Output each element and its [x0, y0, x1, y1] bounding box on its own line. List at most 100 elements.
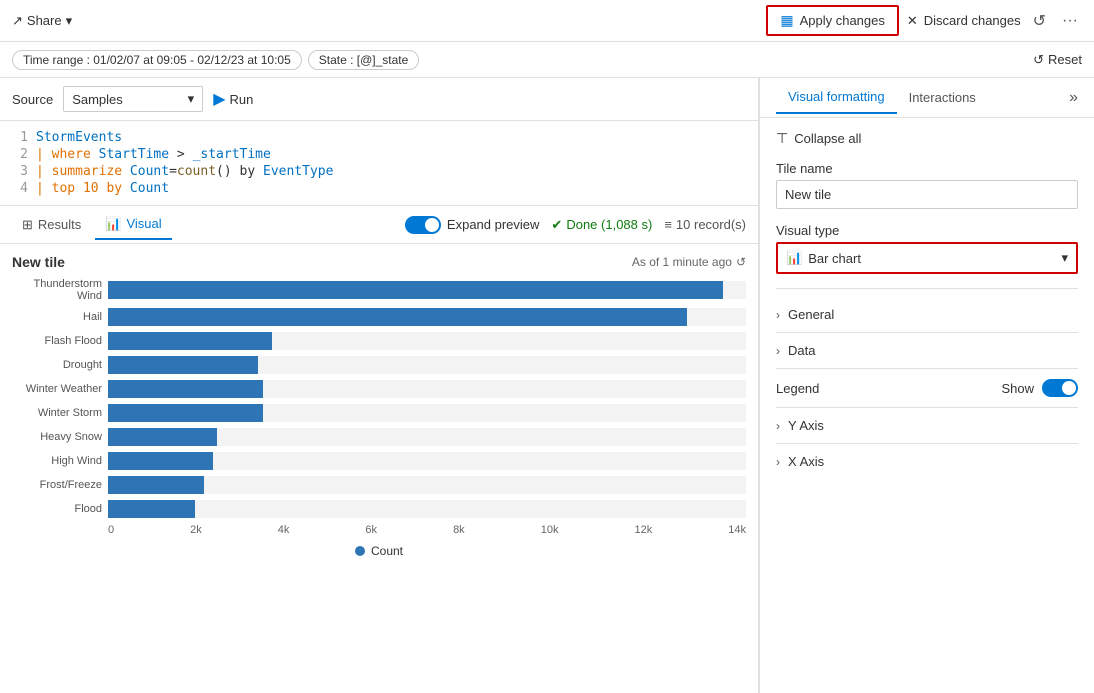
legend-row-label: Legend [776, 381, 819, 396]
refresh-chart-icon[interactable]: ↺ [736, 255, 746, 269]
x-axis-label: 8k [453, 524, 465, 536]
tab-visual-formatting[interactable]: Visual formatting [776, 81, 897, 114]
y-axis-section-label: Y Axis [788, 418, 824, 433]
bar-row: Hail [12, 308, 746, 326]
code-editor[interactable]: 1 StormEvents 2 | where StartTime > _sta… [0, 121, 758, 206]
bar-row: Flood [12, 500, 746, 518]
bar-fill [108, 332, 272, 350]
state-filter[interactable]: State : [@]_state [308, 50, 420, 70]
bar-track [108, 476, 746, 494]
records-icon: ≡ [664, 217, 672, 232]
expand-preview-toggle[interactable] [405, 216, 441, 234]
line-num-1: 1 [12, 130, 28, 145]
bar-fill [108, 380, 263, 398]
bar-rows: Thunderstorm Wind Hail Flash Flood Droug… [12, 278, 746, 518]
code-line-1: 1 StormEvents [0, 129, 758, 146]
bar-row: Drought [12, 356, 746, 374]
tab-visual[interactable]: 📊 Visual [95, 210, 171, 240]
bar-label: High Wind [12, 455, 102, 467]
expand-preview-label: Expand preview [447, 217, 540, 232]
timestamp-text: As of 1 minute ago [632, 255, 732, 269]
share-button[interactable]: ↗ Share ▾ [12, 13, 72, 29]
bar-fill [108, 281, 723, 299]
legend-dot [355, 546, 365, 556]
visual-icon: 📊 [105, 216, 121, 232]
reset-button[interactable]: ↺ Reset [1033, 52, 1082, 68]
share-icon: ↗ [12, 13, 23, 29]
chart-title: New tile [12, 254, 65, 270]
chart-legend: Count [12, 544, 746, 558]
done-label: Done (1,088 s) [566, 217, 652, 232]
x-axis-label: 0 [108, 524, 114, 536]
general-section[interactable]: › General [776, 297, 1078, 333]
code-line-2: 2 | where StartTime > _startTime [0, 146, 758, 163]
data-section[interactable]: › Data [776, 333, 1078, 369]
tab-interactions-label: Interactions [909, 90, 976, 105]
bar-label: Frost/Freeze [12, 479, 102, 491]
chart-timestamp: As of 1 minute ago ↺ [632, 255, 746, 269]
tile-name-input[interactable] [776, 180, 1078, 209]
reset-label: Reset [1048, 52, 1082, 67]
bar-track [108, 500, 746, 518]
tile-name-field: Tile name [776, 161, 1078, 209]
discard-changes-button[interactable]: ✕ Discard changes [907, 13, 1021, 29]
refresh-button[interactable]: ↺ [1029, 7, 1050, 35]
bar-label: Thunderstorm Wind [12, 278, 102, 302]
expand-toggle: Expand preview [405, 216, 540, 234]
code-line-3: 3 | summarize Count=count() by EventType [0, 163, 758, 180]
more-options-button[interactable]: ··· [1058, 8, 1082, 34]
x-axis-label: 4k [278, 524, 290, 536]
tab-results[interactable]: ⊞ Results [12, 211, 91, 239]
source-select[interactable]: Samples ▾ [63, 86, 203, 112]
x-axis-section-label: X Axis [788, 454, 824, 469]
discard-changes-label: Discard changes [924, 13, 1021, 28]
apply-changes-button[interactable]: ▦ Apply changes [766, 5, 899, 36]
expand-panel-button[interactable]: » [1069, 89, 1078, 107]
legend-show-toggle[interactable] [1042, 379, 1078, 397]
collapse-all-button[interactable]: ⊤ Collapse all [776, 130, 861, 147]
right-tabs: Visual formatting Interactions » [760, 78, 1094, 118]
bar-label: Heavy Snow [12, 431, 102, 443]
top-bar-right: ▦ Apply changes ✕ Discard changes ↺ ··· [766, 5, 1082, 36]
done-indicator: ✔ Done (1,088 s) [551, 217, 652, 233]
time-range-filter[interactable]: Time range : 01/02/07 at 09:05 - 02/12/2… [12, 50, 302, 70]
code-line-4: 4 | top 10 by Count [0, 180, 758, 197]
top-bar: ↗ Share ▾ ▦ Apply changes ✕ Discard chan… [0, 0, 1094, 42]
x-axis-label: 10k [541, 524, 559, 536]
legend-show-label: Show [1001, 381, 1034, 396]
tab-interactions[interactable]: Interactions [897, 82, 988, 113]
code-text-3: | summarize Count=count() by EventType [36, 164, 333, 179]
x-axis-section[interactable]: › X Axis [776, 444, 1078, 479]
section-divider-1 [776, 288, 1078, 289]
y-axis-section[interactable]: › Y Axis [776, 408, 1078, 444]
code-text-2: | where StartTime > _startTime [36, 147, 271, 162]
visual-type-field: Visual type 📊 Bar chart ▾ [776, 223, 1078, 274]
records-indicator: ≡ 10 record(s) [664, 217, 746, 232]
visual-type-select-inner: 📊 Bar chart [786, 250, 861, 266]
bar-row: High Wind [12, 452, 746, 470]
share-label: Share [27, 13, 62, 28]
visual-type-select[interactable]: 📊 Bar chart ▾ [776, 242, 1078, 274]
source-chevron-icon: ▾ [188, 91, 195, 107]
bar-row: Winter Weather [12, 380, 746, 398]
y-axis-chevron-icon: › [776, 419, 780, 433]
main-layout: Source Samples ▾ ▶ Run 1 StormEvents 2 |… [0, 78, 1094, 693]
x-axis-label: 6k [365, 524, 377, 536]
top-bar-left: ↗ Share ▾ [12, 13, 72, 29]
bar-chart-icon: 📊 [786, 250, 802, 266]
bar-fill [108, 452, 213, 470]
visual-type-value: Bar chart [808, 251, 861, 266]
visual-type-label: Visual type [776, 223, 1078, 238]
legend-row: Legend Show [776, 369, 1078, 408]
run-button[interactable]: ▶ Run [213, 89, 253, 109]
bar-track [108, 380, 746, 398]
x-axis-label: 14k [728, 524, 746, 536]
run-icon: ▶ [213, 89, 225, 109]
code-text-4: | top 10 by Count [36, 181, 169, 196]
bar-fill [108, 428, 217, 446]
bar-row: Flash Flood [12, 332, 746, 350]
bar-fill [108, 500, 195, 518]
collapse-all-label: Collapse all [794, 131, 861, 146]
bar-fill [108, 404, 263, 422]
bar-track [108, 332, 746, 350]
